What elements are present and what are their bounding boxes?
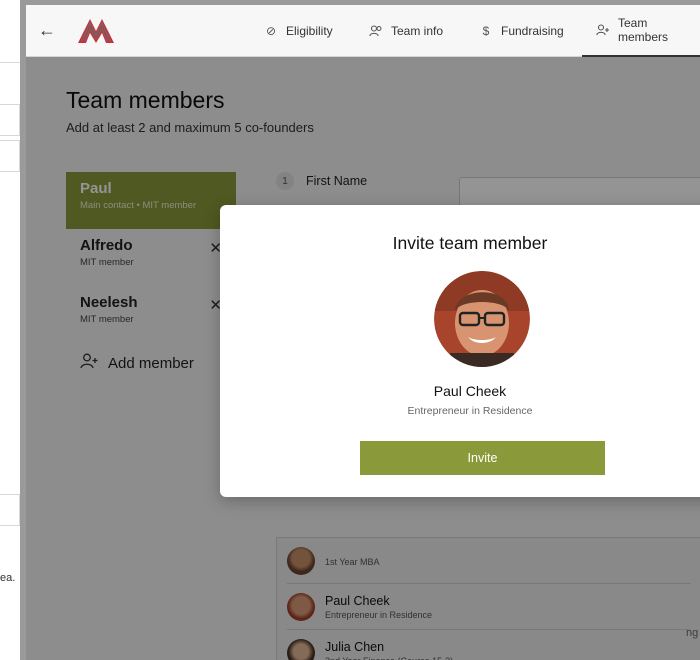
invitee-role: Entrepreneur in Residence bbox=[407, 405, 533, 417]
users-icon bbox=[369, 25, 383, 37]
invitee-name: Paul Cheek bbox=[433, 383, 507, 399]
background-text: ea. bbox=[0, 572, 16, 584]
background-field bbox=[0, 104, 20, 136]
background-field bbox=[0, 140, 20, 172]
avatar bbox=[434, 271, 530, 367]
modal-title: Invite team member bbox=[392, 233, 548, 253]
tab-label: Team info bbox=[391, 24, 444, 38]
tab-eligibility[interactable]: ⊘ Eligibility bbox=[264, 5, 333, 57]
invite-button[interactable]: Invite bbox=[360, 441, 605, 475]
top-nav-bar: ← ⊘ Eligibility Team info $ Fundraising … bbox=[26, 5, 700, 57]
background-page: ea. bbox=[0, 0, 20, 660]
app-window: ← ⊘ Eligibility Team info $ Fundraising … bbox=[20, 0, 700, 660]
av-logo[interactable] bbox=[76, 17, 116, 45]
invite-modal: Invite team member Paul Cheek Entreprene… bbox=[220, 205, 700, 497]
tab-team-info[interactable]: Team info bbox=[369, 5, 443, 57]
tab-label: Eligibility bbox=[286, 24, 333, 38]
tab-label: Team members bbox=[618, 16, 669, 44]
divider bbox=[0, 62, 20, 63]
tab-team-members[interactable]: Team members bbox=[582, 5, 700, 57]
tab-label: Fundraising bbox=[501, 24, 564, 38]
tab-fundraising[interactable]: $ Fundraising bbox=[479, 5, 564, 57]
arrow-left-icon[interactable]: ← bbox=[38, 19, 60, 41]
user-plus-icon bbox=[596, 24, 610, 36]
background-field bbox=[0, 494, 20, 526]
dollar-icon: $ bbox=[482, 24, 490, 38]
check-circle-icon: ⊘ bbox=[265, 24, 277, 38]
